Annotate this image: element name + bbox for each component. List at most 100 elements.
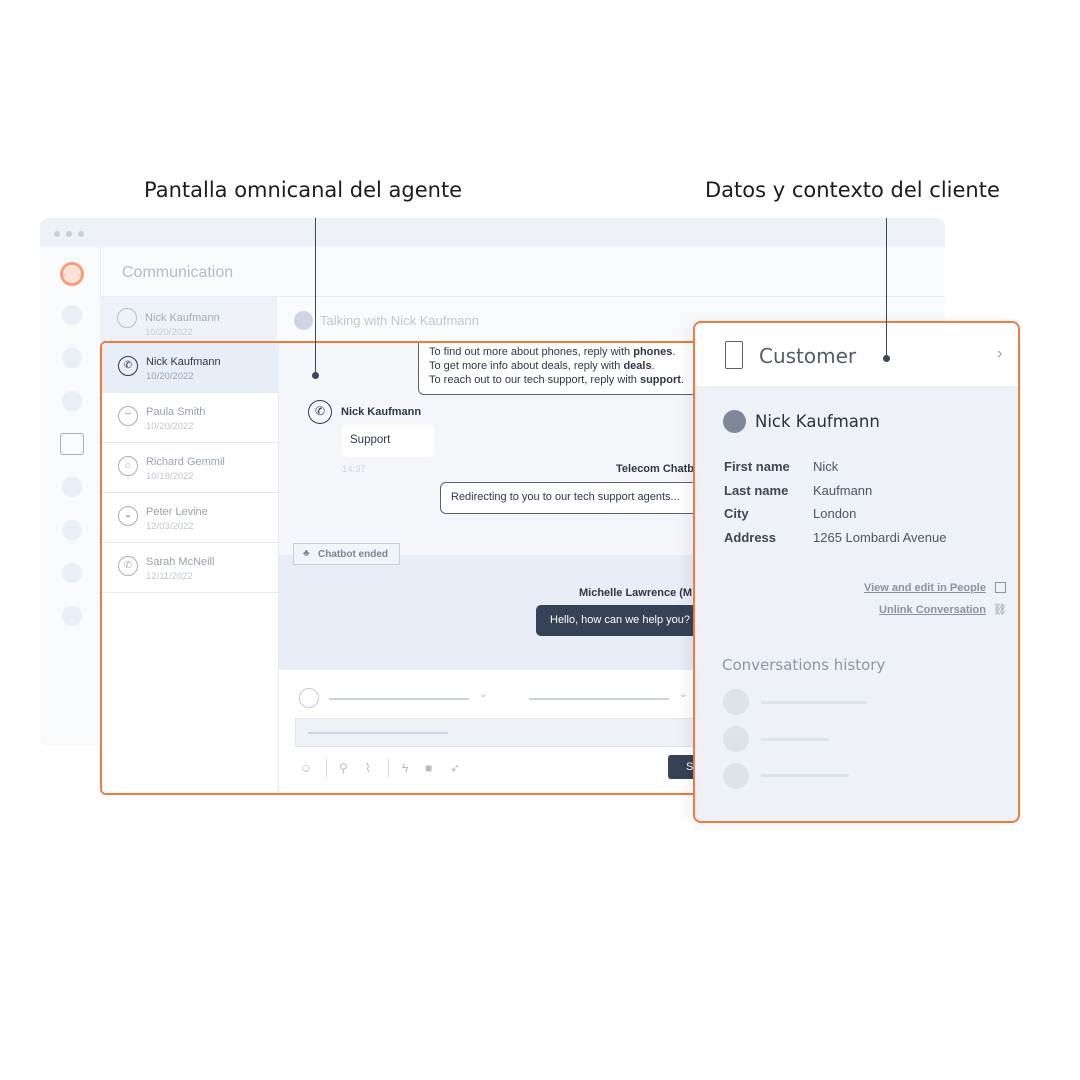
chevron-right-icon[interactable]: › bbox=[997, 345, 1002, 363]
view-in-people-link[interactable]: View and edit in People bbox=[864, 582, 986, 594]
attachment-icon[interactable]: ⌇ bbox=[365, 761, 371, 775]
conversation-item[interactable]: ✆ Nick Kaufmann 10/20/2022 bbox=[102, 343, 279, 393]
chat-header-title: Talking with Nick Kaufmann bbox=[320, 313, 479, 328]
message-input[interactable] bbox=[295, 718, 698, 747]
history-line bbox=[761, 774, 849, 777]
chevron-down-icon[interactable]: ⌄ bbox=[479, 689, 487, 700]
conversation-list: ✆ Nick Kaufmann 10/20/2022 ••• Paula Smith 10… bbox=[102, 343, 279, 793]
transfer-icon[interactable] bbox=[294, 311, 313, 330]
whatsapp-icon: ✆ bbox=[118, 356, 138, 376]
nav-icon[interactable] bbox=[62, 563, 82, 583]
chatbot-ended-label: Chatbot ended bbox=[318, 549, 388, 560]
rocket-icon[interactable]: ➶ bbox=[450, 761, 460, 775]
field-label: Address bbox=[724, 530, 777, 546]
lightning-icon[interactable]: ϟ bbox=[402, 761, 408, 775]
customer-sender-name: Nick Kaufmann bbox=[341, 406, 422, 418]
home-icon: ⌂ bbox=[118, 456, 138, 476]
field-value: Nick bbox=[813, 459, 839, 474]
conversation-item[interactable]: ••• Paula Smith 10/20/2022 bbox=[102, 393, 279, 443]
agent-sender-name: Michelle Lawrence (M bbox=[579, 587, 693, 599]
customer-panel-title: Customer bbox=[759, 344, 857, 368]
field-value: 1265 Lombardi Avenue bbox=[813, 530, 947, 546]
video-icon[interactable]: ■ bbox=[425, 761, 432, 775]
customer-panel: Customer › Nick Kaufmann First name Nick L… bbox=[693, 321, 1020, 823]
history-line bbox=[761, 701, 867, 704]
nav-icon[interactable] bbox=[62, 348, 82, 368]
customer-message: Support bbox=[342, 425, 434, 457]
nav-icon[interactable] bbox=[62, 305, 82, 325]
contact-date: 10/20/2022 bbox=[146, 421, 194, 432]
external-link-icon[interactable] bbox=[995, 582, 1006, 593]
contact-name: Richard Gemmil bbox=[146, 456, 225, 468]
nav-icon[interactable] bbox=[62, 391, 82, 411]
contact-name: Peter Levine bbox=[146, 506, 208, 518]
contact-card-icon bbox=[725, 341, 743, 369]
field-value: London bbox=[813, 506, 857, 522]
nav-icon[interactable] bbox=[62, 520, 82, 540]
nav-icon[interactable] bbox=[62, 477, 82, 497]
contact-date: 12/11/2022 bbox=[146, 571, 193, 582]
nav-icon[interactable] bbox=[62, 606, 82, 626]
messenger-icon: ◒ bbox=[118, 506, 138, 526]
unlink-conversation-link[interactable]: Unlink Conversation bbox=[879, 604, 986, 616]
window-dot bbox=[54, 231, 60, 237]
annotation-line bbox=[886, 218, 887, 358]
template-select[interactable] bbox=[529, 698, 669, 700]
customer-panel-header bbox=[695, 323, 1018, 386]
window-dot bbox=[78, 231, 84, 237]
field-label: Last name bbox=[724, 482, 789, 498]
chat-icon: ••• bbox=[118, 406, 138, 426]
page-title: Communication bbox=[122, 264, 234, 281]
annotation-agent-screen: Pantalla omnicanal del agente bbox=[144, 178, 463, 202]
channel-whatsapp-icon[interactable] bbox=[299, 688, 319, 708]
window-dot bbox=[66, 231, 72, 237]
field-value: Kaufmann bbox=[813, 482, 873, 498]
field-label: City bbox=[724, 506, 749, 522]
location-icon[interactable]: ⚲ bbox=[339, 761, 348, 775]
chevron-down-icon[interactable]: ⌄ bbox=[679, 689, 687, 700]
whatsapp-icon bbox=[117, 308, 137, 328]
history-avatar bbox=[723, 689, 749, 715]
annotation-dot bbox=[883, 355, 890, 362]
contact-date: 12/03/2022 bbox=[146, 521, 194, 532]
bot-menu-line: To get more info about deals, reply with… bbox=[429, 360, 655, 372]
bot-sender-name: Telecom Chatb bbox=[616, 463, 695, 475]
contact-date: 10/19/2022 bbox=[146, 471, 194, 482]
contact-name: Sarah McNeill bbox=[146, 556, 215, 568]
conversation-item[interactable]: ⌂ Richard Gemmil 10/19/2022 bbox=[102, 443, 279, 493]
title-bar bbox=[40, 218, 945, 247]
contact-date: 10/20/2022 bbox=[145, 327, 193, 338]
field-label: First name bbox=[724, 459, 790, 474]
contact-name: Nick Kaufmann bbox=[146, 356, 221, 368]
conversation-item[interactable]: ◒ Peter Levine 12/03/2022 bbox=[102, 493, 279, 543]
contact-date: 10/20/2022 bbox=[146, 371, 194, 382]
history-avatar bbox=[723, 726, 749, 752]
sender-select[interactable] bbox=[329, 698, 469, 700]
emoji-icon[interactable]: ☺ bbox=[300, 761, 312, 775]
chatbot-ended-badge: ♣ Chatbot ended bbox=[293, 543, 400, 565]
bot-menu-line: To reach out to our tech support, reply … bbox=[429, 374, 684, 386]
contact-name: Nick Kaufmann bbox=[145, 312, 220, 324]
viber-icon: ✆ bbox=[118, 556, 138, 576]
annotation-dot bbox=[312, 372, 319, 379]
bot-menu-line: To find out more about phones, reply wit… bbox=[429, 346, 676, 358]
divider bbox=[326, 758, 327, 778]
unlink-icon[interactable]: ⛓ bbox=[993, 603, 1007, 616]
app-logo-icon bbox=[60, 262, 84, 286]
customer-fields: First name Nick Last name Kaufmann City Londo… bbox=[724, 459, 1004, 559]
customer-name: Nick Kaufmann bbox=[755, 412, 880, 431]
history-line bbox=[761, 738, 829, 741]
divider bbox=[388, 758, 389, 778]
message-time: 14:37 bbox=[342, 464, 366, 475]
contact-name: Paula Smith bbox=[146, 406, 206, 418]
whatsapp-icon: ✆ bbox=[308, 400, 332, 424]
conversation-item[interactable]: ✆ Sarah McNeill 12/11/2022 bbox=[102, 543, 279, 593]
robot-icon: ♣ bbox=[303, 548, 310, 559]
bot-redirect-message: Redirecting to you to our tech support a… bbox=[440, 482, 698, 514]
background-conversation-item[interactable]: Nick Kaufmann 10/20/2022 bbox=[100, 297, 277, 342]
agent-omnichannel-panel: ✆ Nick Kaufmann 10/20/2022 ••• Paula Smith 10… bbox=[100, 341, 700, 795]
avatar bbox=[723, 410, 746, 433]
conversations-history-title: Conversations history bbox=[722, 656, 886, 674]
agent-message: Hello, how can we help you? bbox=[536, 605, 698, 636]
inbox-icon[interactable] bbox=[60, 433, 84, 455]
